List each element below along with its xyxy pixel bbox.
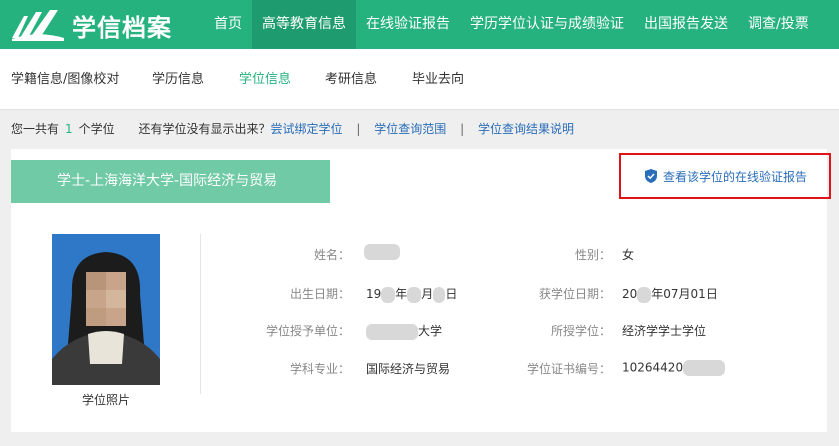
separator: | (356, 122, 361, 136)
sub-nav: 学籍信息/图像校对 学历信息 学位信息 考研信息 毕业去向 (0, 49, 839, 110)
tab-postgraduate-exam[interactable]: 考研信息 (325, 49, 377, 110)
name-label: 姓名： (313, 248, 350, 262)
certificate-number-prefix: 10264420 (622, 360, 684, 375)
count-suffix: 个学位 (78, 122, 115, 136)
site-logo[interactable]: 学信档案 (10, 6, 172, 44)
tab-education[interactable]: 学历信息 (152, 49, 204, 110)
degree-type-label: 所授学位： (550, 324, 611, 338)
award-date-label: 获学位日期： (538, 287, 611, 301)
shield-icon (645, 169, 657, 183)
bind-degree-link[interactable]: 尝试绑定学位 (271, 122, 343, 136)
degree-count-line: 您一共有 1 个学位 还有学位没有显示出来？尝试绑定学位 | 学位查询范围 | 学位… (11, 120, 574, 137)
tab-enrollment[interactable]: 学籍信息/图像校对 (11, 49, 119, 110)
nav-report-sending[interactable]: 出国报告发送 (634, 0, 738, 49)
award-year-prefix: 20 (622, 287, 638, 301)
birth-month-unit: 月 (421, 287, 434, 301)
birth-year-prefix: 19 (366, 287, 382, 301)
separator: | (460, 122, 465, 136)
award-date-rest: 年07月01日 (651, 287, 718, 301)
birth-year-unit: 年 (395, 287, 408, 301)
verify-report-box[interactable]: 查看该学位的在线验证报告 (619, 153, 831, 199)
birth-date-label: 出生日期： (289, 287, 350, 301)
main-nav: 首页 高等教育信息 在线验证报告 学历学位认证与成绩验证 出国报告发送 调查/投… (204, 0, 819, 49)
nav-online-verification[interactable]: 在线验证报告 (356, 0, 460, 49)
degree-count: 1 (65, 122, 73, 136)
count-prefix: 您一共有 (11, 122, 60, 136)
tab-degree[interactable]: 学位信息 (239, 49, 291, 110)
grantor-label: 学位授予单位： (265, 324, 350, 338)
gender-value: 女 (622, 248, 635, 262)
query-explanation-link[interactable]: 学位查询结果说明 (478, 122, 574, 136)
grantor-value: 大学 (366, 322, 442, 340)
major-value: 国际经济与贸易 (366, 362, 451, 376)
photo-caption: 学位照片 (81, 393, 130, 407)
missing-question: 还有学位没有显示出来？ (138, 122, 271, 136)
nav-degree-certification[interactable]: 学历学位认证与成绩验证 (460, 0, 634, 49)
certificate-number-label: 学位证书编号： (526, 362, 611, 376)
nav-survey[interactable]: 调查/投票 (738, 0, 819, 49)
nav-home[interactable]: 首页 (204, 0, 252, 49)
nav-higher-education[interactable]: 高等教育信息 (252, 0, 356, 49)
logo-icon (12, 10, 64, 41)
grantor-suffix: 大学 (418, 324, 443, 338)
degree-card: 学士-上海海洋大学-国际经济与贸易 查看该学位的在线验证报告 学位照片 姓名： … (11, 149, 831, 432)
award-date-value: 20 年07月01日 (622, 285, 718, 303)
birth-date-value: 19 年月日 (366, 285, 457, 303)
top-header: 学信档案 首页 高等教育信息 在线验证报告 学历学位认证与成绩验证 出国报告发送… (0, 0, 839, 49)
birth-day-unit: 日 (445, 287, 458, 301)
degree-type-value: 经济学学士学位 (622, 324, 707, 338)
query-scope-link[interactable]: 学位查询范围 (374, 122, 446, 136)
gender-label: 性别： (574, 248, 611, 262)
divider (200, 234, 201, 394)
degree-banner: 学士-上海海洋大学-国际经济与贸易 (11, 160, 330, 203)
name-value (364, 244, 400, 260)
tab-graduate-destination[interactable]: 毕业去向 (412, 49, 464, 110)
degree-photo (52, 234, 160, 385)
major-label: 学科专业： (289, 362, 350, 376)
logo-text: 学信档案 (72, 13, 172, 42)
verify-report-link[interactable]: 查看该学位的在线验证报告 (663, 168, 807, 185)
certificate-number-value: 10264420 (622, 360, 726, 376)
